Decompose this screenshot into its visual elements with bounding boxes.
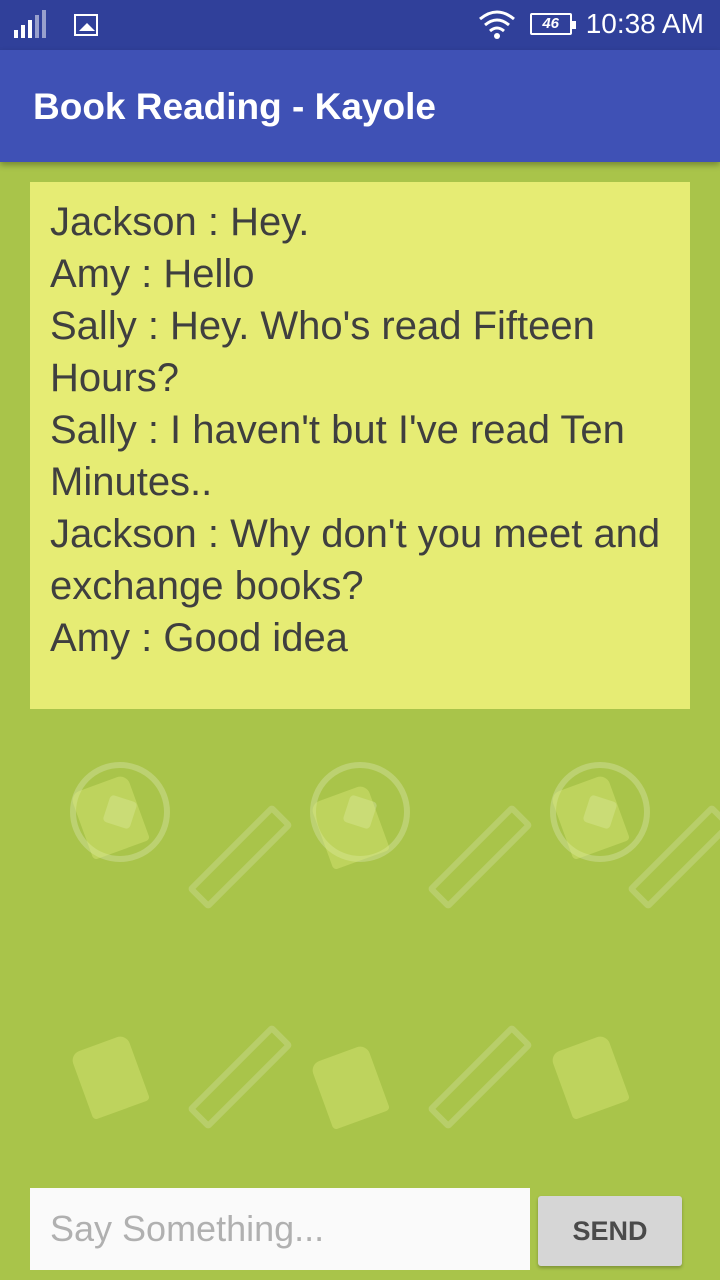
- wifi-icon: [478, 10, 515, 39]
- send-button[interactable]: SEND: [538, 1196, 682, 1266]
- app-bar: Book Reading - Kayole: [0, 50, 720, 162]
- status-left: [14, 10, 98, 38]
- battery-icon: 46: [529, 13, 576, 35]
- message-composer: SEND: [30, 1188, 682, 1270]
- signal-icon: [14, 10, 46, 38]
- chat-message: Amy : Hello: [50, 252, 255, 296]
- chat-message: Amy : Good idea: [50, 616, 348, 660]
- app-title: Book Reading - Kayole: [33, 86, 436, 127]
- status-bar: 46 10:38 AM: [0, 0, 720, 50]
- chat-message: Sally : Hey. Who's read Fifteen Hours?: [50, 304, 595, 400]
- chat-message: Jackson : Hey.: [50, 200, 310, 244]
- chat-message: Sally : I haven't but I've read Ten Minu…: [50, 408, 625, 504]
- message-input[interactable]: [30, 1188, 530, 1270]
- status-time: 10:38 AM: [585, 8, 704, 39]
- status-right: 46 10:38 AM: [478, 8, 704, 40]
- chat-messages: Jackson : Hey. Amy : Hello Sally : Hey. …: [30, 182, 690, 709]
- chat-message: Jackson : Why don't you meet and exchang…: [50, 512, 661, 608]
- gallery-icon: [74, 14, 98, 36]
